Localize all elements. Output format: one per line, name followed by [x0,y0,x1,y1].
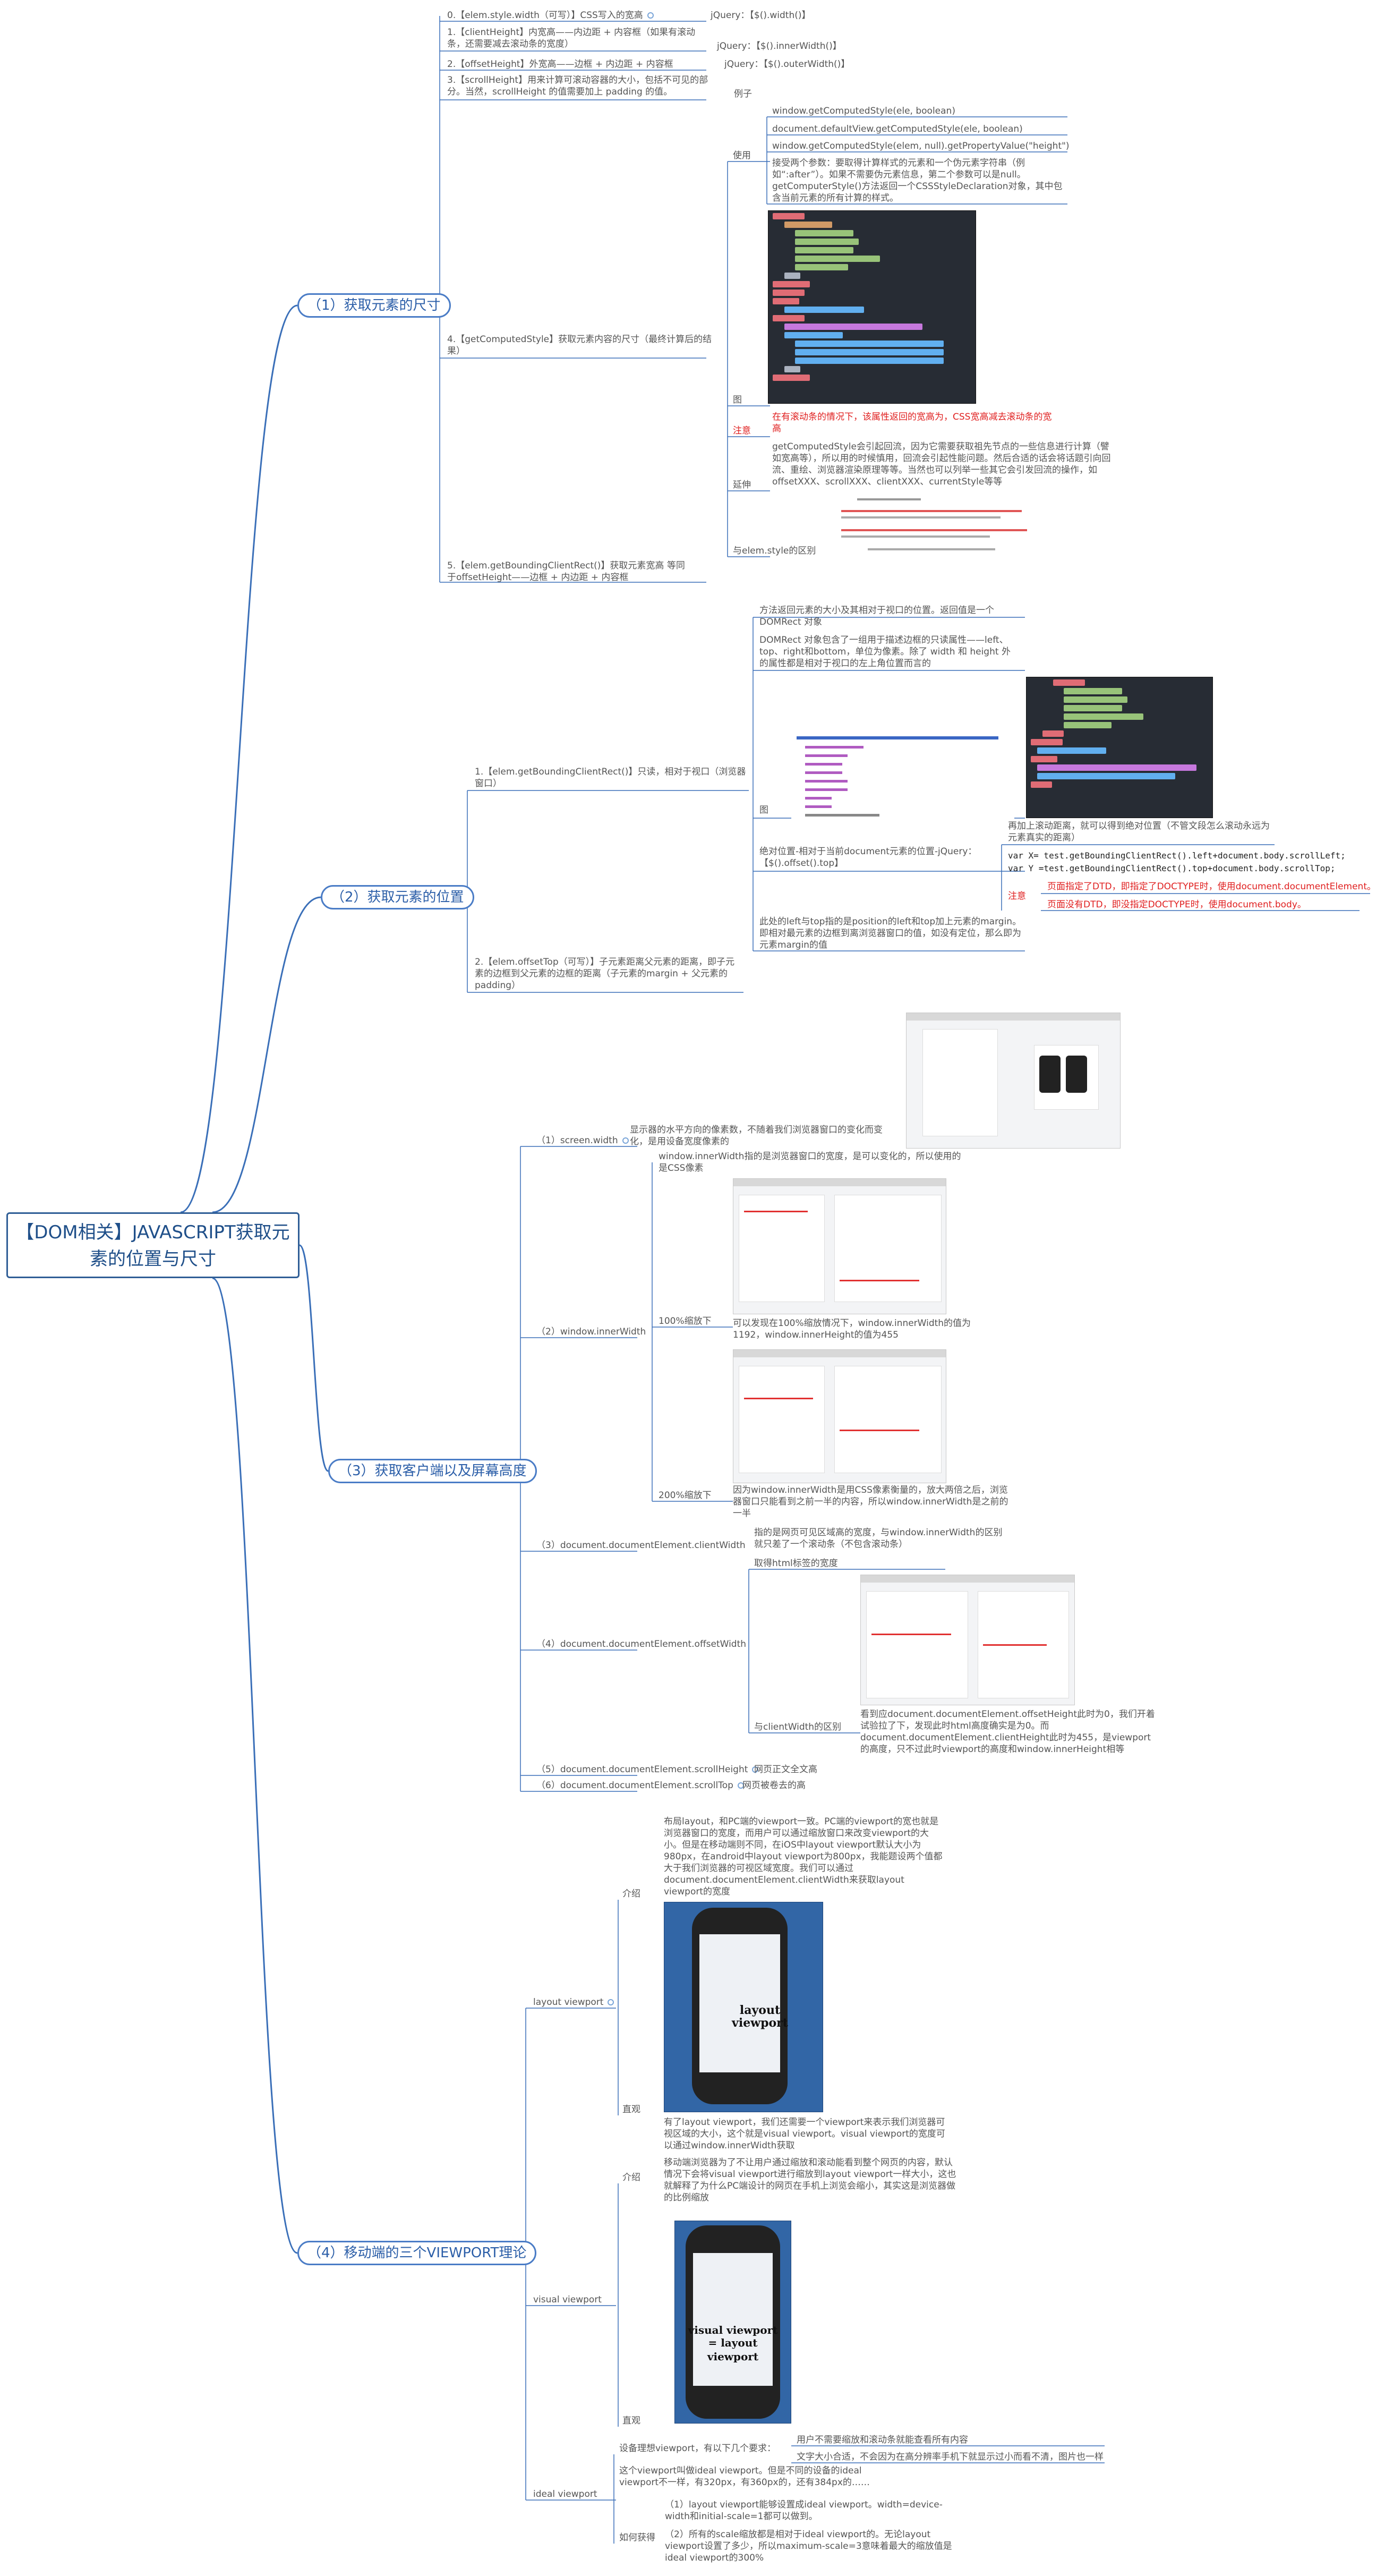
node-position-note-2[interactable]: 页面没有DTD，即没指定DOCTYPE时，使用document.body。 [1047,899,1306,911]
branch-element-position[interactable]: （2）获取元素的位置 [321,885,474,909]
screenshot-screen-width [906,1013,1121,1149]
expand-dot-icon [622,1137,629,1144]
node-inner-width[interactable]: （2）window.innerWidth [536,1326,646,1338]
node-gbcr-desc-1[interactable]: 方法返回元素的大小及其相对于视口的位置。返回值是一个 DOMRect 对象 [759,605,1004,628]
node-scroll-height-desc[interactable]: 网页正文全文高 [754,1764,817,1775]
node-zoom-200[interactable]: 200%缩放下 [659,1490,712,1501]
node-position-note-label[interactable]: 注意 [1008,890,1026,902]
node-offset-width[interactable]: （4）document.documentElement.offsetWidth [536,1638,746,1650]
root-link-b3 [299,1244,329,1472]
expand-dot-icon [647,12,654,19]
node-absolute-position[interactable]: 绝对位置-相对于当前document元素的位置-jQuery：【$().offs… [759,846,982,869]
node-ideal-how-2[interactable]: （2）所有的scale缩放都是相对于ideal viewport的。无论layo… [665,2529,957,2564]
node-inner-width-desc[interactable]: window.innerWidth指的是浏览器窗口的宽度，是可以变化的，所以使用… [659,1151,967,1174]
node-gbcr-size[interactable]: 5.【elem.getBoundingClientRect()】获取元素宽高 等… [447,560,688,583]
root-link-b1 [180,304,298,1213]
node-gcs-usage-2[interactable]: document.defaultView.getComputedStyle(el… [772,123,1023,135]
node-gcs-diff[interactable]: 与elem.style的区别 [733,545,816,557]
node-offset-client-diff[interactable]: 与clientWidth的区别 [754,1721,841,1733]
node-ideal-howto[interactable]: 如何获得 [619,2532,655,2544]
node-zoom-100[interactable]: 100%缩放下 [659,1315,712,1327]
screenshot-zoom-100 [733,1178,946,1314]
node-gcs-usage-1[interactable]: window.getComputedStyle(ele, boolean) [772,105,955,117]
node-elem-style-jquery[interactable]: jQuery：【$().width()】 [711,10,811,21]
node-client-jquery[interactable]: jQuery：【$().innerWidth()】 [717,40,842,52]
screenshot-offset-width [860,1575,1075,1705]
node-scroll-example[interactable]: 例子 [734,88,752,100]
node-zoom-100-desc[interactable]: 可以发现在100%缩放情况下，window.innerWidth的值为1192，… [733,1317,998,1341]
node-offset-height[interactable]: 2.【offsetHeight】外宽高——边框 + 内边距 + 内容框 [447,58,673,70]
node-client-height[interactable]: 1.【clientHeight】内宽高——内边距 + 内容框（如果有滚动条，还需… [447,27,704,50]
expand-dot-icon [608,1999,614,2005]
node-client-width[interactable]: （3）document.documentElement.clientWidth [536,1540,746,1551]
visual-diagram-label-2: = layout viewport [707,2336,759,2363]
node-offset-jquery[interactable]: jQuery：【$().outerWidth()】 [724,58,850,70]
code-line-y[interactable]: var Y =test.getBoundingClientRect().top+… [1008,863,1336,874]
node-position-ext[interactable]: 此处的left与top指的是position的left和top加上元素的marg… [759,916,1025,951]
node-visual-desc-1[interactable]: 有了layout viewport，我们还需要一个viewport来表示我们浏览… [664,2116,951,2152]
node-gcs-usage[interactable]: 使用 [733,150,751,161]
node-client-width-desc[interactable]: 指的是网页可见区域高的宽度，与window.innerWidth的区别就只差了一… [754,1527,1009,1550]
branch-client-screen-height[interactable]: （3）获取客户端以及屏幕高度 [328,1459,537,1483]
node-elem-style[interactable]: 0.【elem.style.width（可写）】CSS写入的宽高 [447,10,654,21]
node-visual-viewport[interactable]: visual viewport [533,2294,602,2306]
visual-diagram-label-1: visual viewport [688,2324,778,2336]
node-ideal-need-1[interactable]: 用户不需要缩放和滚动条就能查看所有内容 [797,2434,968,2446]
node-screen-width[interactable]: （1）screen.width [536,1135,629,1146]
node-gcs-compat[interactable]: getComputedStyle会引起回流，因为它需要获取祖先节点的一些信息进行… [772,441,1111,488]
node-layout-intro[interactable]: 介绍 [622,1888,640,1900]
node-visual-intro[interactable]: 介绍 [622,2172,640,2183]
node-visual-illus[interactable]: 直观 [622,2415,640,2427]
screenshot-zoom-200 [733,1349,946,1483]
node-gcs-note[interactable]: 在有滚动条的情况下，该属性返回的宽高为，CSS宽高减去滚动条的宽高 [772,411,1059,435]
node-zoom-200-desc[interactable]: 因为window.innerWidth是用CSS像素衡量的，放大两倍之后，浏览器… [733,1484,1009,1519]
node-layout-desc[interactable]: 布局layout，和PC端的viewport一致。PC端的viewport的宽也… [664,1816,945,1898]
node-layout-viewport[interactable]: layout viewport [533,1996,614,2008]
layout-diagram-label-2: viewport [732,2016,788,2030]
branch-mobile-viewport[interactable]: （4）移动端的三个VIEWPORT理论 [297,2241,537,2265]
node-layout-illus[interactable]: 直观 [622,2104,640,2115]
layout-viewport-diagram: layout viewport [664,1902,823,2112]
visual-viewport-diagram: visual viewport = layout viewport [674,2221,791,2424]
node-gcs-usage-desc[interactable]: 接受两个参数：要取得计算样式的元素和一个伪元素字符串（例如“:after”）。如… [772,157,1070,204]
root-link-b2 [212,896,321,1213]
diff-table-image [836,494,1038,558]
code-screenshot-gbcr [1026,677,1213,818]
node-offset-width-desc[interactable]: 取得html标签的宽度 [754,1558,838,1569]
code-screenshot-gcs [768,210,976,404]
node-gcs-pic[interactable]: 图 [733,394,742,406]
node-position-note-1[interactable]: 页面指定了DTD，即指定了DOCTYPE时，使用document.documen… [1047,881,1376,892]
node-ideal-need-2[interactable]: 文字大小合适，不会因为在高分辨率手机下就显示过小而看不清，图片也一样 [797,2451,1104,2463]
node-get-computed-style[interactable]: 4.【getComputedStyle】获取元素内容的尺寸（最终计算后的结果） [447,334,723,357]
node-absolute-desc[interactable]: 再加上滚动距离，就可以得到绝对位置（不管文段怎么滚动永远为元素真实的距离） [1008,820,1273,844]
node-ideal-need[interactable]: 设备理想viewport，有以下几个要求： [619,2443,776,2454]
code-line-x[interactable]: var X= test.getBoundingClientRect().left… [1008,850,1346,862]
node-screen-width-desc[interactable]: 显示器的水平方向的像素数，不随着我们浏览器窗口的变化而变化，是用设备宽度像素的 [630,1124,895,1147]
node-scroll-top-doc[interactable]: （6）document.documentElement.scrollTop [536,1780,744,1791]
node-ideal-desc[interactable]: 这个viewport叫做ideal viewport。但是不同的设备的ideal… [619,2465,885,2488]
node-visual-desc-2[interactable]: 移动端浏览器为了不让用户通过缩放和滚动能看到整个网页的内容，默认情况下会将vis… [664,2157,961,2204]
node-gcs-compat-label[interactable]: 延伸 [733,479,751,491]
node-scroll-height-doc[interactable]: （5）document.documentElement.scrollHeight [536,1764,759,1775]
node-gbcr-pic[interactable]: 图 [759,804,768,816]
node-scroll-height[interactable]: 3.【scrollHeight】用来计算可滚动容器的大小，包括不可见的部分。当然… [447,74,723,98]
node-ideal-how-1[interactable]: （1）layout viewport能够设置成ideal viewport。wi… [665,2499,952,2522]
node-scroll-top-desc[interactable]: 网页被卷去的高 [742,1780,806,1791]
node-gbcr-desc-2[interactable]: DOMRect 对象包含了一组用于描述边框的只读属性——left、top、rig… [759,634,1014,669]
console-output-image [791,729,1014,819]
node-offset-client-diff-desc[interactable]: 看到应document.documentElement.offsetHeight… [860,1708,1156,1755]
node-gcs-usage-3[interactable]: window.getComputedStyle(elem, null).getP… [772,140,1070,152]
root-topic[interactable]: 【DOM相关】JAVASCRIPT获取元素的位置与尺寸 [6,1212,300,1278]
node-ideal-viewport[interactable]: ideal viewport [533,2488,597,2500]
layout-diagram-label-1: layout [739,2003,781,2017]
root-link-b4 [212,1277,298,2254]
node-gbcr-position[interactable]: 1.【elem.getBoundingClientRect()】只读，相对于视口… [475,766,751,789]
branch-element-size[interactable]: （1）获取元素的尺寸 [297,293,451,318]
node-gcs-note-label[interactable]: 注意 [733,425,751,437]
node-offset-top[interactable]: 2.【elem.offsetTop（可写）】子元素距离父元素的距离，即子元素的边… [475,956,740,991]
